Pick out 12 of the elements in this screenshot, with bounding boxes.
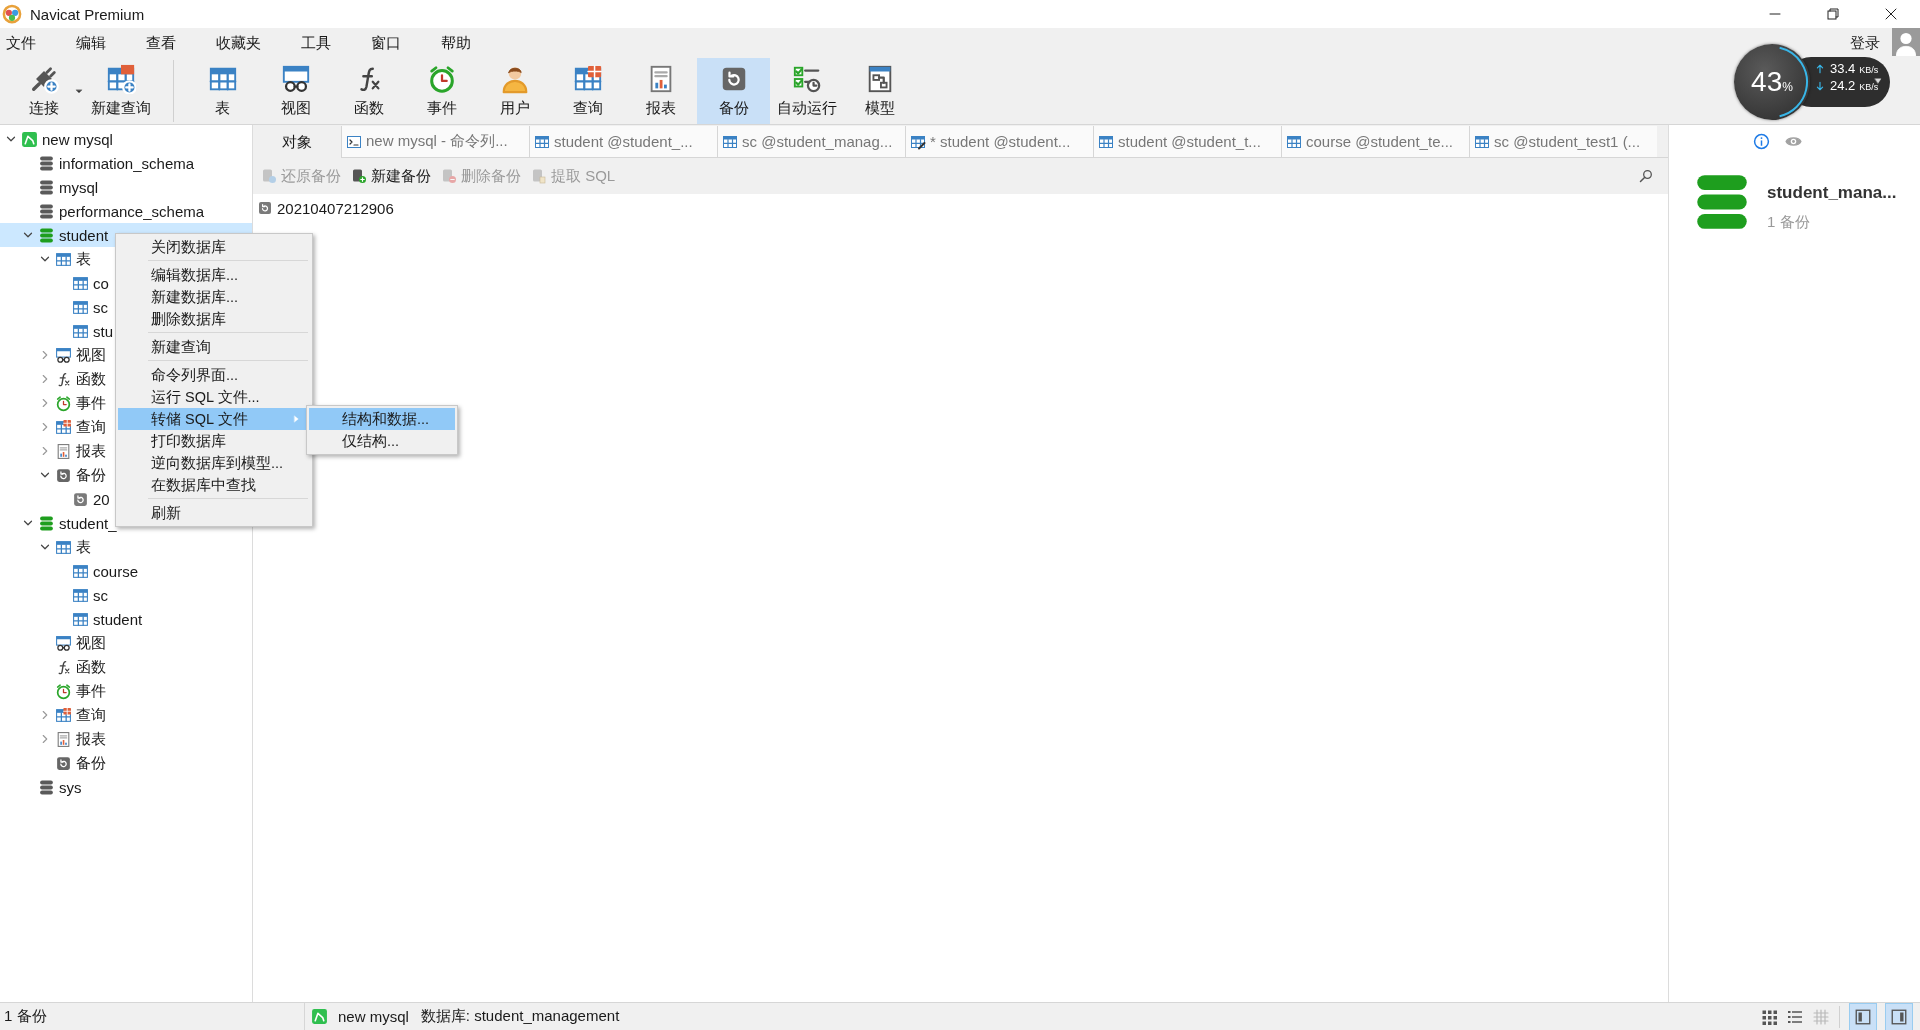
database-label: 数据库: student_management xyxy=(420,1007,620,1026)
speed-unit: KB/s xyxy=(1859,65,1879,75)
database-name: student_mana... xyxy=(1767,183,1897,203)
upload-speed: 33.4 xyxy=(1830,61,1856,76)
usage-percent: 43 xyxy=(1751,66,1783,98)
percent-unit: % xyxy=(1782,80,1793,94)
backup-count: 1 备份 xyxy=(1767,213,1811,232)
download-speed: 24.2 xyxy=(1830,78,1856,93)
speed-unit: KB/s xyxy=(1859,82,1879,92)
status-text: 1 备份 xyxy=(3,1007,48,1026)
connection-name: new mysql xyxy=(338,1008,409,1025)
window-title: Navicat Premium xyxy=(30,5,145,23)
